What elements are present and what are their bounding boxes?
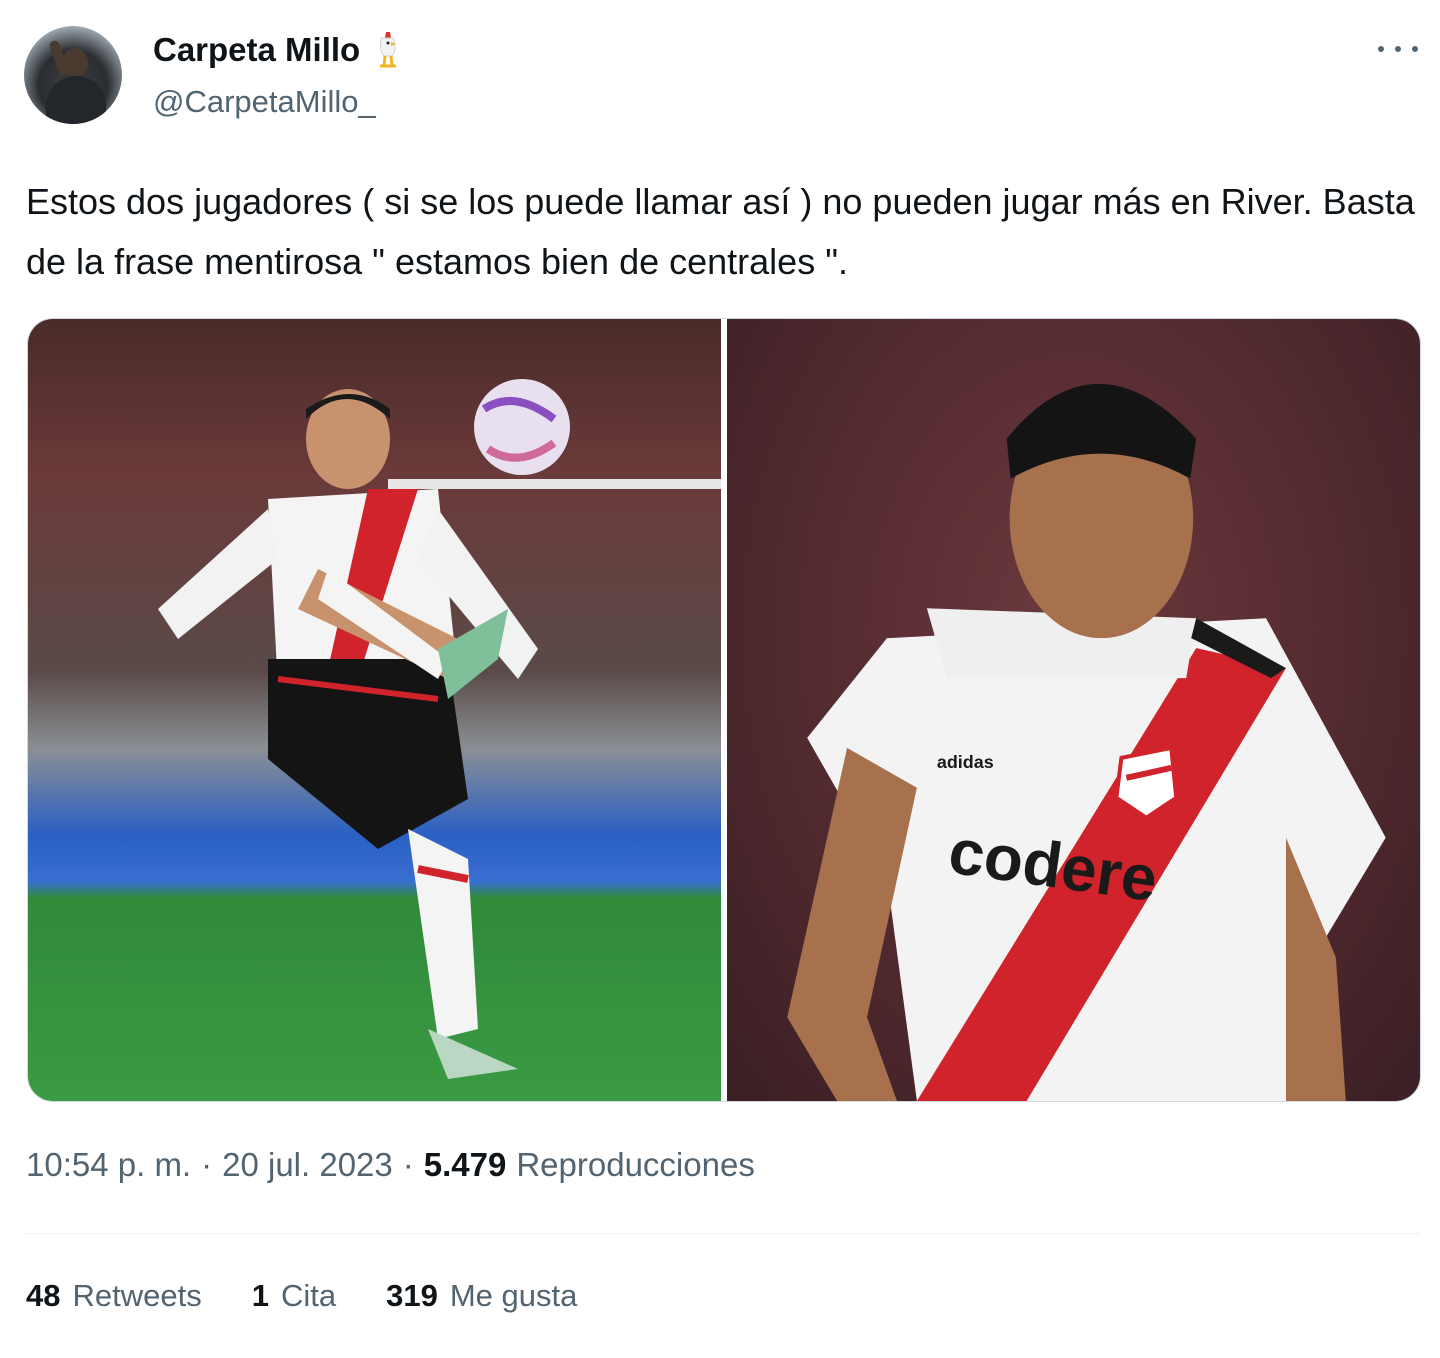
more-options-icon[interactable] bbox=[1378, 34, 1418, 64]
meta-separator: · bbox=[201, 1146, 213, 1183]
retweets-label: Retweets bbox=[72, 1278, 202, 1313]
author-name[interactable]: Carpeta Millo bbox=[153, 31, 360, 69]
author-name-row[interactable]: Carpeta Millo bbox=[153, 30, 402, 70]
player-portrait-graphic: codere adidas bbox=[787, 383, 1386, 1101]
retweets-stat[interactable]: 48 Retweets bbox=[26, 1278, 202, 1314]
tweet-photo-1[interactable] bbox=[28, 319, 721, 1101]
quotes-count: 1 bbox=[251, 1278, 269, 1313]
tweet-media-grid: codere adidas bbox=[27, 318, 1421, 1102]
likes-count: 319 bbox=[386, 1278, 438, 1313]
tweet-meta: 10:54 p. m. · 20 jul. 2023 · 5.479 Repro… bbox=[26, 1146, 755, 1184]
tweet-date[interactable]: 20 jul. 2023 bbox=[222, 1146, 393, 1184]
avatar-body bbox=[46, 76, 106, 124]
tweet-photo-2[interactable]: codere adidas bbox=[727, 319, 1420, 1101]
player-kicking-graphic bbox=[158, 379, 570, 1079]
engagement-stats: 48 Retweets 1 Cita 319 Me gusta bbox=[26, 1278, 577, 1314]
meta-separator: · bbox=[402, 1146, 414, 1183]
tweet-time[interactable]: 10:54 p. m. bbox=[26, 1146, 191, 1184]
divider bbox=[26, 1233, 1420, 1234]
jersey-brand-text: adidas bbox=[937, 752, 994, 772]
views-count: 5.479 bbox=[423, 1146, 507, 1183]
quotes-stat[interactable]: 1 Cita bbox=[252, 1278, 336, 1314]
rooster-emoji-icon bbox=[374, 30, 402, 70]
avatar[interactable] bbox=[24, 26, 122, 124]
author-handle[interactable]: @CarpetaMillo_ bbox=[153, 84, 376, 120]
likes-label: Me gusta bbox=[449, 1278, 578, 1313]
tweet-text: Estos dos jugadores ( si se los puede ll… bbox=[26, 181, 1415, 282]
likes-stat[interactable]: 319 Me gusta bbox=[386, 1278, 577, 1314]
retweets-count: 48 bbox=[26, 1278, 61, 1313]
views-label: Reproducciones bbox=[516, 1146, 755, 1183]
avatar-head bbox=[62, 48, 88, 78]
quotes-label: Cita bbox=[280, 1278, 337, 1313]
